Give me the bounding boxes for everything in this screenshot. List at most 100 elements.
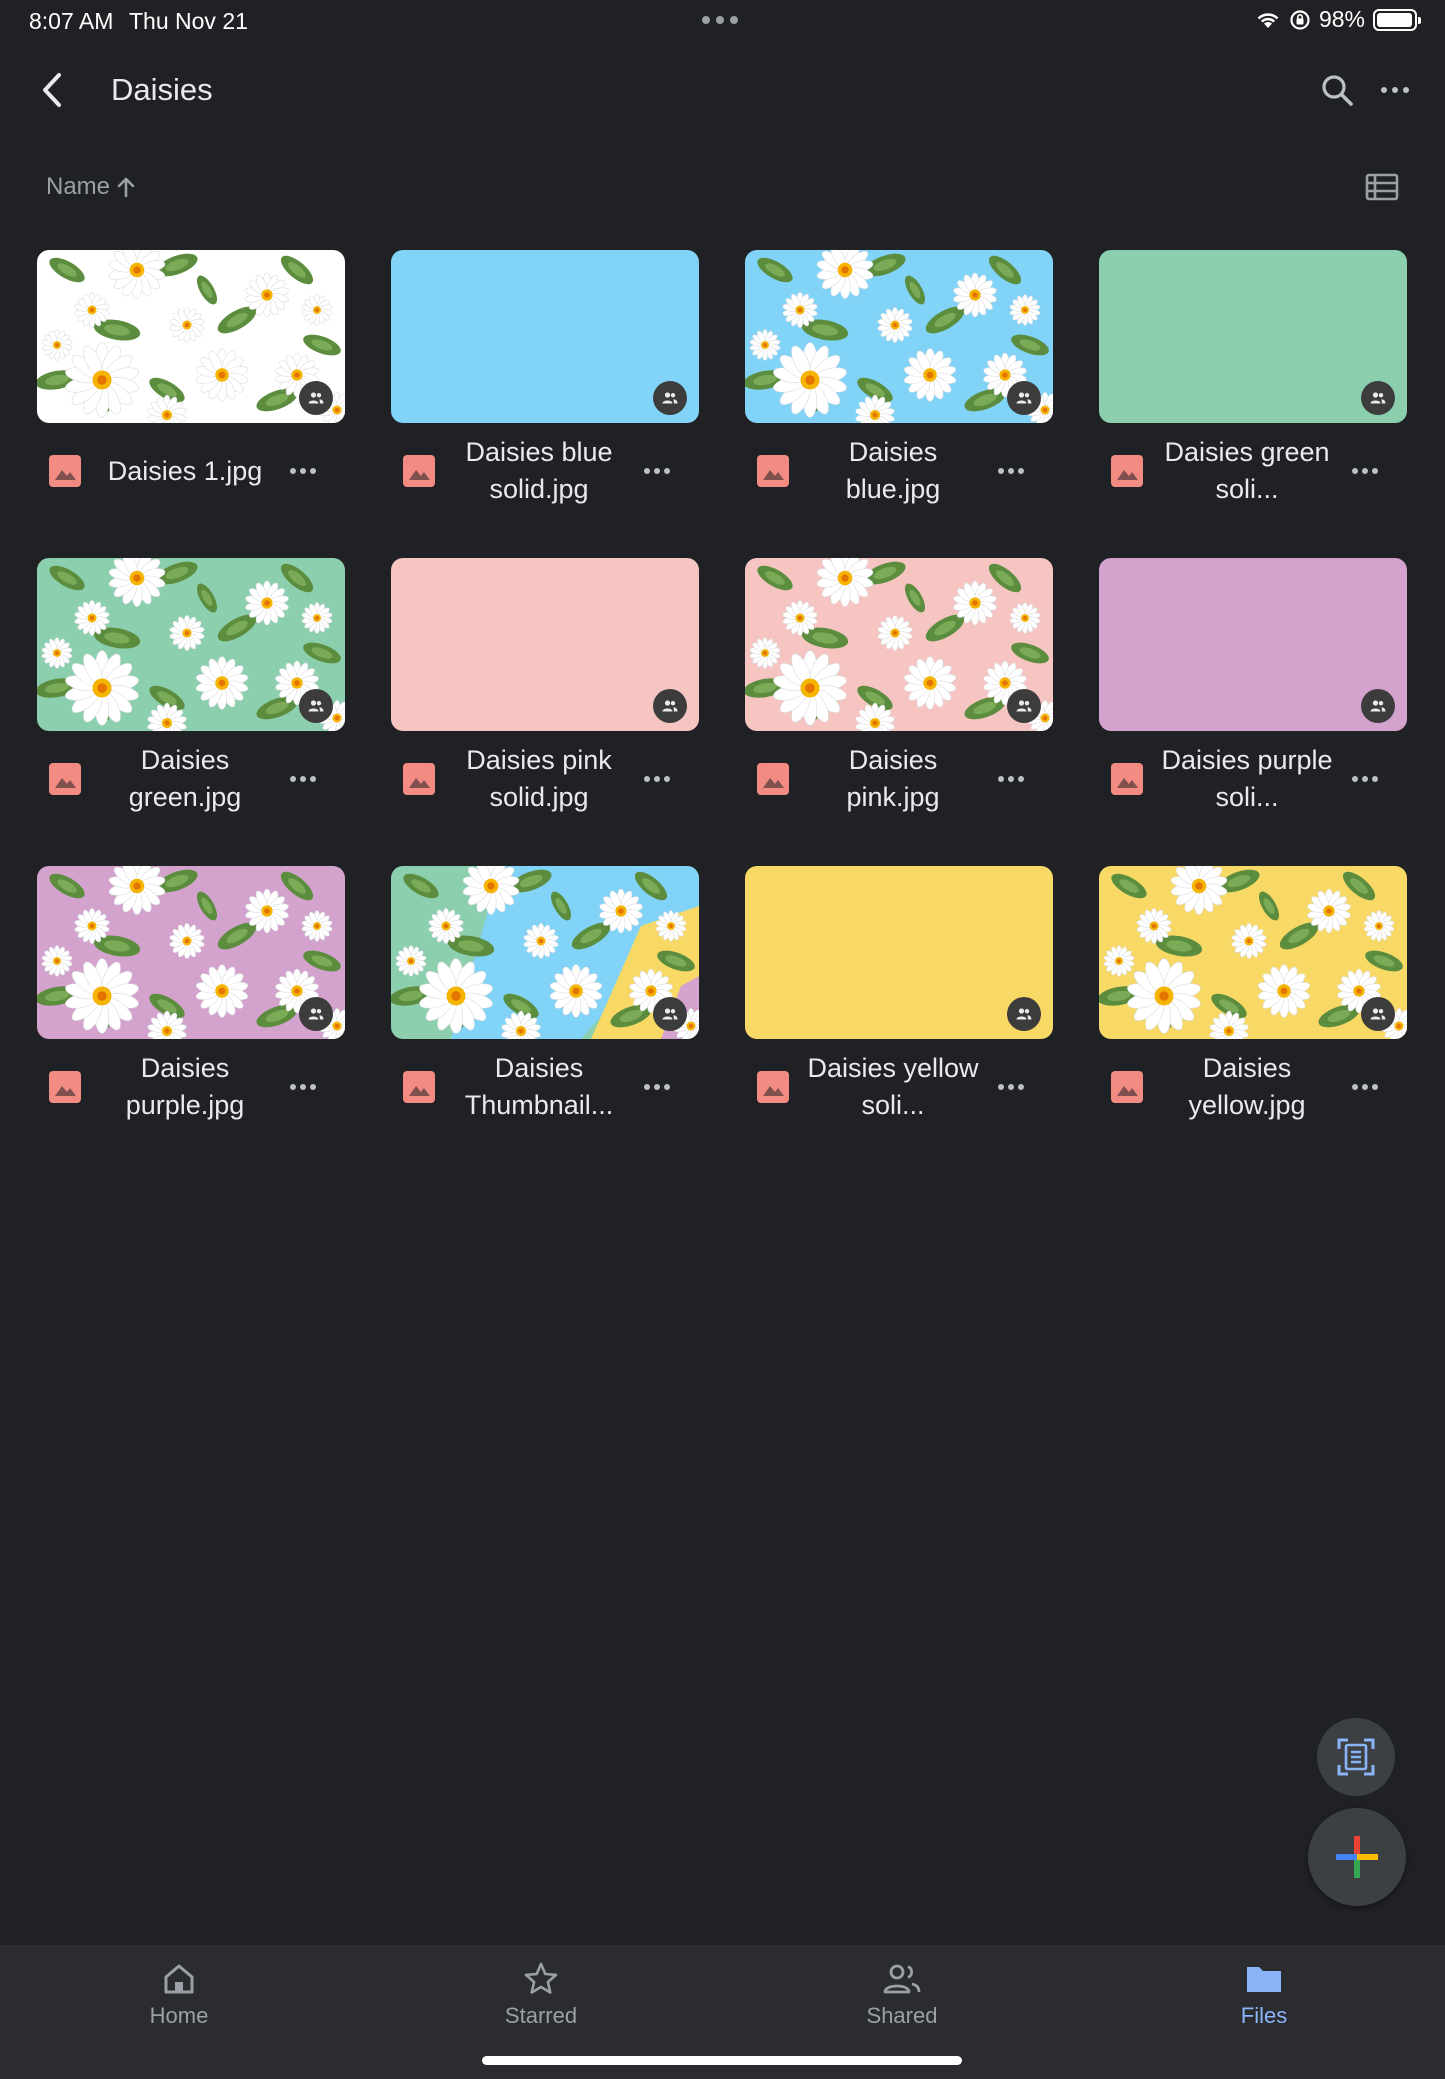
file-more-button[interactable] bbox=[993, 769, 1029, 789]
file-tile[interactable]: Daisies Thumbnail... bbox=[391, 866, 699, 1174]
document-scan-icon bbox=[1337, 1738, 1375, 1776]
file-tile[interactable]: Daisies yellow soli... bbox=[745, 866, 1053, 1174]
status-date: Thu Nov 21 bbox=[129, 8, 248, 34]
file-tile[interactable]: Daisies 1.jpg bbox=[37, 250, 345, 558]
file-thumbnail[interactable] bbox=[745, 558, 1053, 731]
file-more-button[interactable] bbox=[1347, 1077, 1383, 1097]
file-name: Daisies blue solid.jpg bbox=[465, 437, 613, 504]
file-more-button[interactable] bbox=[639, 461, 675, 481]
shared-badge bbox=[653, 689, 687, 723]
file-tile[interactable]: Daisies pink.jpg bbox=[745, 558, 1053, 866]
home-indicator bbox=[482, 2056, 962, 2065]
nav-shared[interactable]: Shared bbox=[842, 1961, 962, 2041]
file-thumbnail[interactable] bbox=[391, 558, 699, 731]
file-more-button[interactable] bbox=[993, 461, 1029, 481]
file-thumbnail[interactable] bbox=[37, 558, 345, 731]
shared-badge bbox=[299, 381, 333, 415]
people-icon bbox=[1016, 700, 1032, 712]
file-thumbnail[interactable] bbox=[745, 866, 1053, 1039]
file-type bbox=[757, 1071, 789, 1108]
file-meta: Daisies purple soli... bbox=[1099, 741, 1407, 817]
image-file-icon bbox=[1111, 1071, 1143, 1103]
file-type bbox=[49, 455, 81, 492]
home-icon bbox=[164, 1964, 194, 1994]
battery-icon bbox=[1373, 8, 1421, 31]
file-more-button[interactable] bbox=[1347, 769, 1383, 789]
file-more-button[interactable] bbox=[285, 1077, 321, 1097]
image-file-icon bbox=[49, 1071, 81, 1103]
people-icon bbox=[1016, 392, 1032, 404]
sort-button[interactable]: Name bbox=[46, 173, 136, 201]
file-thumbnail[interactable] bbox=[391, 250, 699, 423]
file-tile[interactable]: Daisies pink solid.jpg bbox=[391, 558, 699, 866]
shared-badge bbox=[1361, 689, 1395, 723]
file-name: Daisies 1.jpg bbox=[107, 455, 263, 486]
file-thumbnail[interactable] bbox=[37, 250, 345, 423]
file-more-button[interactable] bbox=[639, 1077, 675, 1097]
nav-starred[interactable]: Starred bbox=[481, 1961, 601, 2041]
star-icon bbox=[524, 1962, 558, 1994]
back-button[interactable] bbox=[30, 68, 74, 112]
file-meta: Daisies yellow soli... bbox=[745, 1049, 1053, 1125]
file-thumbnail[interactable] bbox=[745, 250, 1053, 423]
file-thumbnail[interactable] bbox=[1099, 250, 1407, 423]
image-file-icon bbox=[403, 763, 435, 795]
file-name: Daisies yellow soli... bbox=[807, 1053, 979, 1120]
search-button[interactable] bbox=[1315, 68, 1359, 112]
file-thumbnail[interactable] bbox=[37, 866, 345, 1039]
new-button[interactable] bbox=[1308, 1808, 1406, 1906]
file-tile[interactable]: Daisies purple soli... bbox=[1099, 558, 1407, 866]
file-name: Daisies Thumbnail... bbox=[464, 1053, 614, 1120]
file-tile[interactable]: Daisies purple.jpg bbox=[37, 866, 345, 1174]
people-icon bbox=[662, 1008, 678, 1020]
file-more-button[interactable] bbox=[285, 461, 321, 481]
people-icon bbox=[308, 392, 324, 404]
shared-badge bbox=[1361, 381, 1395, 415]
file-type bbox=[1111, 1071, 1143, 1108]
file-meta: Daisies pink solid.jpg bbox=[391, 741, 699, 817]
file-type bbox=[403, 1071, 435, 1108]
multitasking-dots[interactable] bbox=[702, 16, 738, 24]
nav-files[interactable]: Files bbox=[1204, 1961, 1324, 2041]
file-thumbnail[interactable] bbox=[391, 866, 699, 1039]
file-tile[interactable]: Daisies blue.jpg bbox=[745, 250, 1053, 558]
file-meta: Daisies pink.jpg bbox=[745, 741, 1053, 817]
file-more-button[interactable] bbox=[1347, 461, 1383, 481]
chevron-left-icon bbox=[43, 73, 61, 107]
file-tile[interactable]: Daisies green.jpg bbox=[37, 558, 345, 866]
nav-home[interactable]: Home bbox=[119, 1961, 239, 2041]
file-name: Daisies yellow.jpg bbox=[1188, 1053, 1306, 1120]
image-file-icon bbox=[49, 763, 81, 795]
plus-icon bbox=[1336, 1836, 1378, 1878]
list-view-icon[interactable] bbox=[1365, 172, 1399, 202]
file-name: Daisies green soli... bbox=[1164, 437, 1330, 504]
scan-button[interactable] bbox=[1317, 1718, 1395, 1796]
file-grid: Daisies 1.jpg Daisies blue solid.jpg Daisi… bbox=[37, 250, 1409, 1174]
file-type bbox=[403, 455, 435, 492]
file-name: Daisies green.jpg bbox=[128, 745, 242, 812]
image-file-icon bbox=[403, 1071, 435, 1103]
file-tile[interactable]: Daisies green soli... bbox=[1099, 250, 1407, 558]
file-type bbox=[757, 455, 789, 492]
sort-label: Name bbox=[46, 173, 111, 200]
battery-percent: 98% bbox=[1318, 6, 1365, 32]
file-more-button[interactable] bbox=[639, 769, 675, 789]
shared-badge bbox=[1007, 997, 1041, 1031]
file-more-button[interactable] bbox=[285, 769, 321, 789]
more-options-button[interactable] bbox=[1373, 68, 1417, 112]
nav-shared-label: Shared bbox=[866, 2003, 938, 2028]
file-thumbnail[interactable] bbox=[1099, 558, 1407, 731]
image-file-icon bbox=[757, 1071, 789, 1103]
people-icon bbox=[1370, 700, 1386, 712]
shared-badge bbox=[1361, 997, 1395, 1031]
file-thumbnail[interactable] bbox=[1099, 866, 1407, 1039]
shared-badge bbox=[1007, 381, 1041, 415]
file-tile[interactable]: Daisies blue solid.jpg bbox=[391, 250, 699, 558]
folder-icon bbox=[1247, 1967, 1281, 1992]
image-file-icon bbox=[1111, 455, 1143, 487]
shared-badge bbox=[1007, 689, 1041, 723]
file-meta: Daisies blue solid.jpg bbox=[391, 433, 699, 509]
file-meta: Daisies yellow.jpg bbox=[1099, 1049, 1407, 1125]
file-tile[interactable]: Daisies yellow.jpg bbox=[1099, 866, 1407, 1174]
file-more-button[interactable] bbox=[993, 1077, 1029, 1097]
